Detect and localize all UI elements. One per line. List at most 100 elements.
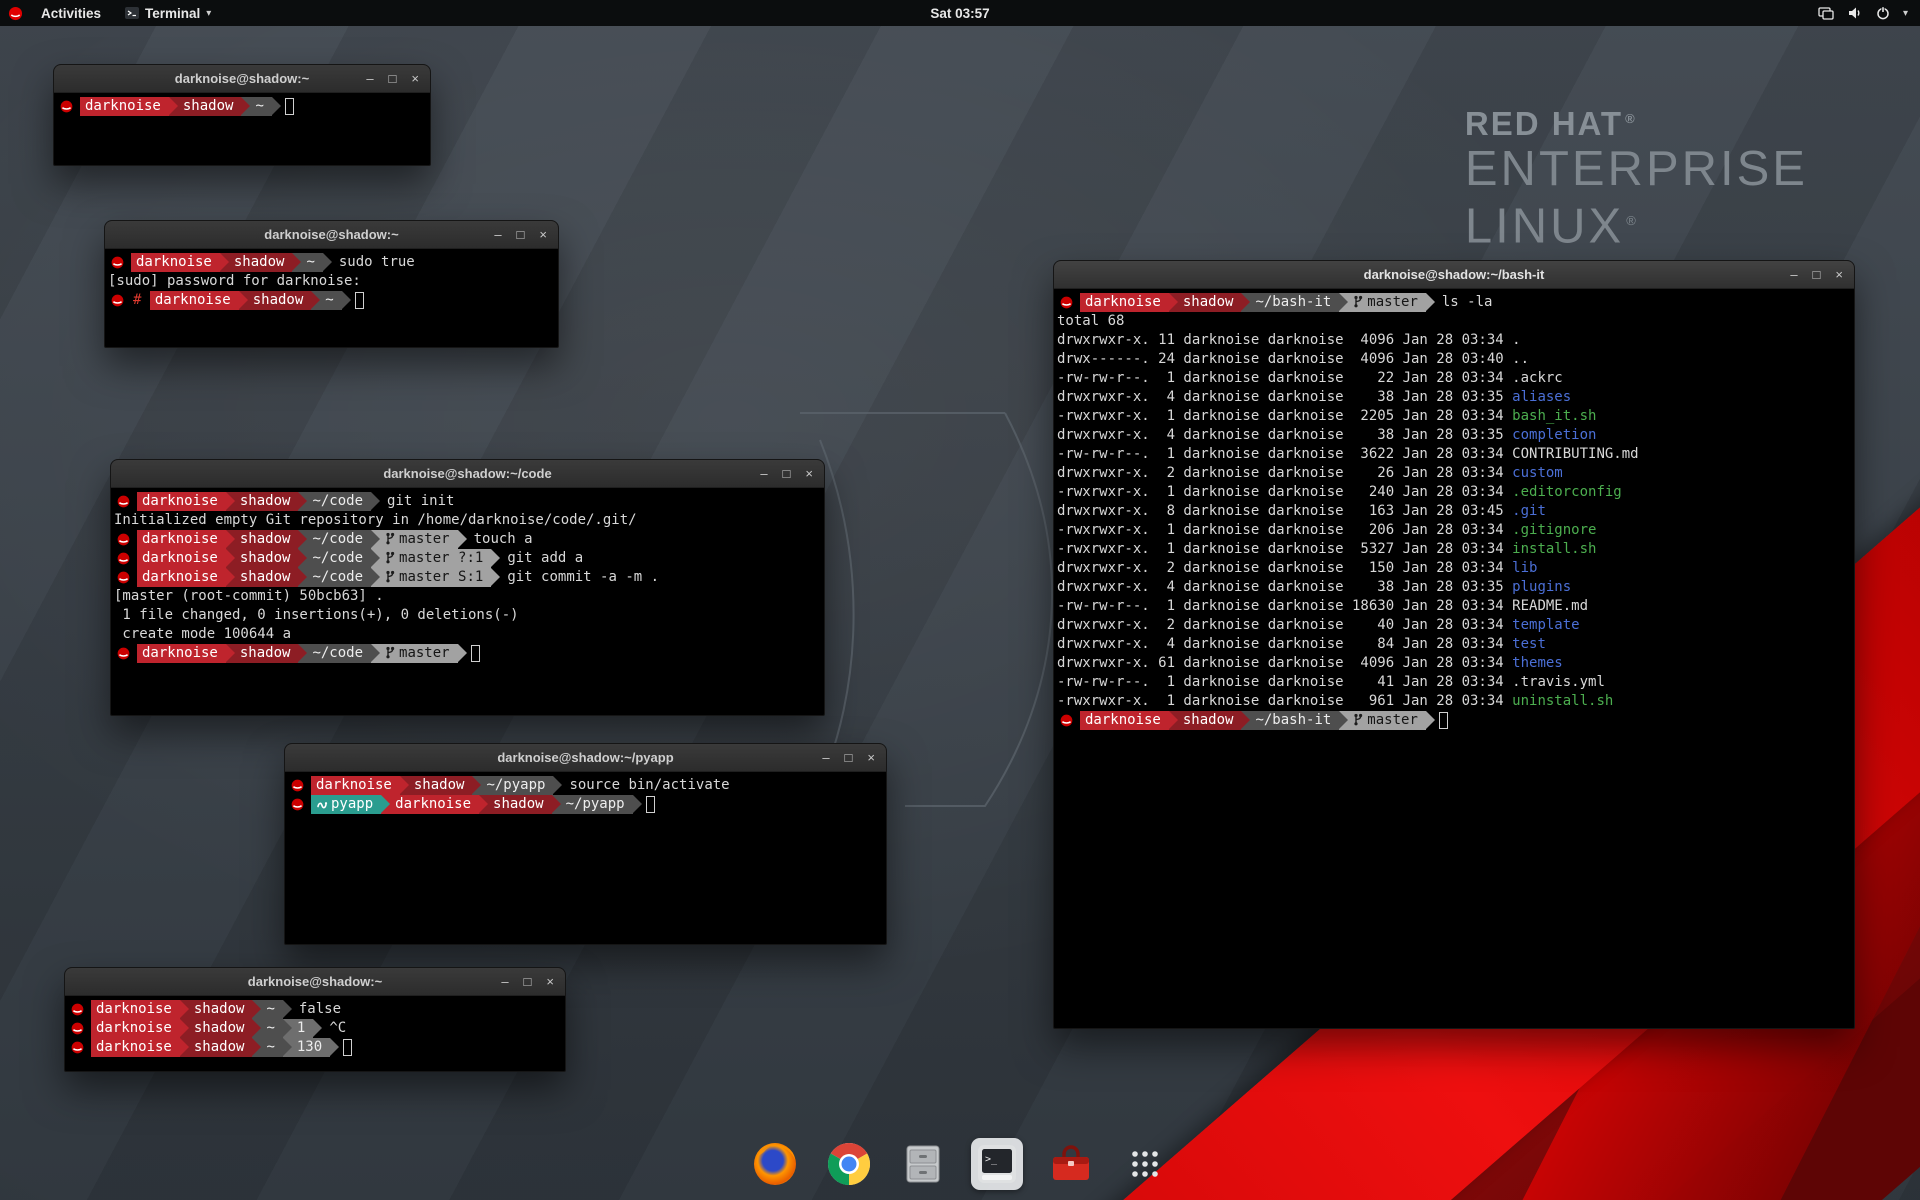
powerline-arrow <box>241 97 250 116</box>
minimize-button[interactable]: – <box>760 460 767 487</box>
terminal-text: -rwxrwxr-x. 1 darknoise darknoise 240 Ja… <box>1057 484 1512 500</box>
terminal-line: drwxrwxr-x. 2 darknoise darknoise 26 Jan… <box>1057 464 1851 483</box>
terminal-body[interactable]: darknoiseshadow~/codegit initInitialized… <box>111 488 824 665</box>
terminal-text: install.sh <box>1512 541 1596 557</box>
terminal-window[interactable]: darknoise@shadow:~ – □ × darknoiseshadow… <box>64 967 566 1072</box>
prompt-segment-code: 1 <box>292 1019 313 1038</box>
terminal-text: drwxrwxr-x. 4 darknoise darknoise 38 Jan… <box>1057 389 1512 405</box>
close-button[interactable]: × <box>805 460 813 487</box>
block-cursor <box>1439 712 1448 729</box>
close-button[interactable]: × <box>539 221 547 248</box>
terminal-window[interactable]: darknoise@shadow:~ – □ × darknoiseshadow… <box>53 64 431 166</box>
dock-item-chrome[interactable] <box>823 1138 875 1190</box>
maximize-button[interactable]: □ <box>524 968 532 995</box>
dock-item-terminal[interactable]: >_ <box>971 1138 1023 1190</box>
power-icon <box>1876 6 1890 20</box>
dock-item-app-grid[interactable] <box>1119 1138 1171 1190</box>
maximize-button[interactable]: □ <box>389 65 397 92</box>
prompt-segment-path: ~ <box>320 291 341 310</box>
powerline-arrow <box>330 1038 339 1057</box>
prompt-segment-path: ~/bash-it <box>1250 293 1339 312</box>
terminal-text: aliases <box>1512 389 1571 405</box>
close-button[interactable]: × <box>1835 261 1843 288</box>
prompt-segment-user: darknoise <box>91 1038 180 1057</box>
terminal-window[interactable]: darknoise@shadow:~ – □ × darknoise shadow… <box>104 220 559 348</box>
window-titlebar[interactable]: darknoise@shadow:~/pyapp – □ × <box>285 744 886 772</box>
maximize-button[interactable]: □ <box>783 460 791 487</box>
window-titlebar[interactable]: darknoise@shadow:~ – □ × <box>65 968 565 996</box>
prompt-segment-path: ~/code <box>307 530 371 549</box>
window-titlebar[interactable]: darknoise@shadow:~/bash-it – □ × <box>1054 261 1854 289</box>
window-title: darknoise@shadow:~ <box>65 974 565 989</box>
powerline-arrow <box>1241 293 1250 312</box>
dock-item-files[interactable] <box>897 1138 949 1190</box>
terminal-text: themes <box>1512 655 1563 671</box>
terminal-window[interactable]: darknoise@shadow:~/bash-it – □ × darknoi… <box>1053 260 1855 1029</box>
toolbox-icon <box>1048 1141 1094 1187</box>
terminal-line: -rwxrwxr-x. 1 darknoise darknoise 240 Ja… <box>1057 483 1851 502</box>
terminal-text: -rw-rw-r--. 1 darknoise darknoise 22 Jan… <box>1057 370 1512 386</box>
git-branch-icon <box>1353 295 1364 314</box>
window-title: darknoise@shadow:~ <box>105 227 558 242</box>
close-button[interactable]: × <box>411 65 419 92</box>
terminal-body[interactable]: darknoiseshadow~ <box>54 93 430 118</box>
prompt-segment-user: darknoise <box>150 291 239 310</box>
maximize-button[interactable]: □ <box>845 744 853 771</box>
prompt-segment-user: darknoise <box>311 776 400 795</box>
window-titlebar[interactable]: darknoise@shadow:~/code – □ × <box>111 460 824 488</box>
prompt-segment-user: darknoise <box>137 568 226 587</box>
powerline-arrow <box>226 568 235 587</box>
minimize-button[interactable]: – <box>494 221 501 248</box>
terminal-line: -rw-rw-r--. 1 darknoise darknoise 41 Jan… <box>1057 673 1851 692</box>
terminal-body[interactable]: darknoiseshadow~falsedarknoiseshadow~1^C… <box>65 996 565 1059</box>
maximize-button[interactable]: □ <box>517 221 525 248</box>
window-titlebar[interactable]: darknoise@shadow:~ – □ × <box>105 221 558 249</box>
terminal-line: darknoiseshadow~false <box>68 1000 562 1019</box>
minimize-button[interactable]: – <box>501 968 508 995</box>
prompt-segment-host: shadow <box>229 253 293 272</box>
branding-enterprise: ENTERPRISE <box>1465 143 1808 195</box>
prompt-segment-path: ~ <box>261 1038 282 1057</box>
terminal-line: Initialized empty Git repository in /hom… <box>114 511 821 530</box>
prompt-segment-git: master S:1 <box>380 568 491 587</box>
terminal-text: ^C <box>329 1020 346 1036</box>
terminal-text: [sudo] password for darknoise: <box>108 273 369 289</box>
system-menu[interactable]: ▾ <box>1818 6 1920 20</box>
powerline-arrow <box>491 549 500 568</box>
dock-item-toolbox[interactable] <box>1045 1138 1097 1190</box>
powerline-arrow <box>298 492 307 511</box>
minimize-button[interactable]: – <box>822 744 829 771</box>
maximize-button[interactable]: □ <box>1813 261 1821 288</box>
window-titlebar[interactable]: darknoise@shadow:~ – □ × <box>54 65 430 93</box>
redhat-prompt-icon <box>288 795 311 816</box>
terminal-line: darknoiseshadow~/codemastertouch a <box>114 530 821 549</box>
block-cursor <box>285 98 294 115</box>
terminal-line: darknoiseshadow~sudo true <box>108 253 555 272</box>
close-button[interactable]: × <box>867 744 875 771</box>
chrome-icon <box>826 1141 872 1187</box>
terminal-text: drwxrwxr-x. 8 darknoise darknoise 163 Ja… <box>1057 503 1512 519</box>
terminal-text: plugins <box>1512 579 1571 595</box>
close-button[interactable]: × <box>546 968 554 995</box>
powerline-arrow <box>371 644 380 663</box>
minimize-button[interactable]: – <box>366 65 373 92</box>
terminal-line: drwxrwxr-x. 4 darknoise darknoise 84 Jan… <box>1057 635 1851 654</box>
minimize-button[interactable]: – <box>1790 261 1797 288</box>
redhat-prompt-icon <box>1057 711 1080 732</box>
terminal-text: uninstall.sh <box>1512 693 1613 709</box>
powerline-arrow <box>226 549 235 568</box>
registered-mark: ® <box>1626 213 1639 228</box>
window-controls: – □ × <box>366 65 430 92</box>
terminal-body[interactable]: darknoiseshadow~/bash-itmasterls -latota… <box>1054 289 1854 732</box>
terminal-window[interactable]: darknoise@shadow:~/pyapp – □ × darknoise… <box>284 743 887 945</box>
terminal-text: .gitignore <box>1512 522 1596 538</box>
dock-item-firefox[interactable] <box>749 1138 801 1190</box>
terminal-line: drwx------. 24 darknoise darknoise 4096 … <box>1057 350 1851 369</box>
prompt-segment-path: ~/code <box>307 568 371 587</box>
terminal-window[interactable]: darknoise@shadow:~/code – □ × darknoises… <box>110 459 825 716</box>
prompt-segment-user: darknoise <box>131 253 220 272</box>
terminal-body[interactable]: darknoiseshadow~sudo true[sudo] password… <box>105 249 558 312</box>
terminal-body[interactable]: darknoiseshadow~/pyappsource bin/activat… <box>285 772 886 816</box>
window-controls: – □ × <box>501 968 565 995</box>
clock[interactable]: Sat 03:57 <box>0 6 1920 21</box>
